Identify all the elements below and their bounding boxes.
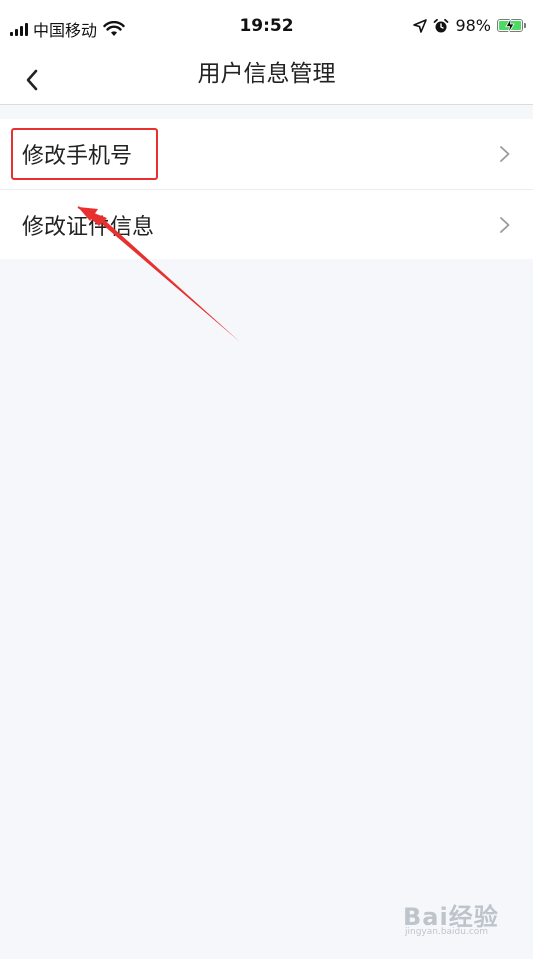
page-title: 用户信息管理 bbox=[197, 61, 336, 87]
alarm-icon bbox=[434, 18, 449, 32]
chevron-right-icon bbox=[500, 146, 510, 162]
list-item-change-id[interactable]: 修改证件信息 bbox=[0, 189, 533, 259]
settings-list: 修改手机号 修改证件信息 bbox=[0, 119, 533, 259]
charging-bolt-icon bbox=[505, 18, 515, 33]
battery-icon bbox=[497, 18, 526, 33]
watermark-subtext: jingyan.baidu.com bbox=[405, 927, 489, 937]
status-right: 98% bbox=[413, 16, 526, 35]
chevron-right-icon bbox=[500, 217, 510, 233]
status-bar: 中国移动 19:52 98% bbox=[0, 0, 533, 56]
location-icon bbox=[413, 18, 428, 33]
list-item-label: 修改手机号 bbox=[22, 144, 133, 169]
battery-percent: 98% bbox=[455, 16, 491, 35]
nav-bar: 用户信息管理 bbox=[0, 56, 533, 105]
list-item-label: 修改证件信息 bbox=[22, 214, 155, 240]
list-item-change-phone[interactable]: 修改手机号 bbox=[0, 119, 533, 189]
baidu-jingyan-watermark: Bai经验 jingyan.baidu.com bbox=[403, 895, 503, 941]
